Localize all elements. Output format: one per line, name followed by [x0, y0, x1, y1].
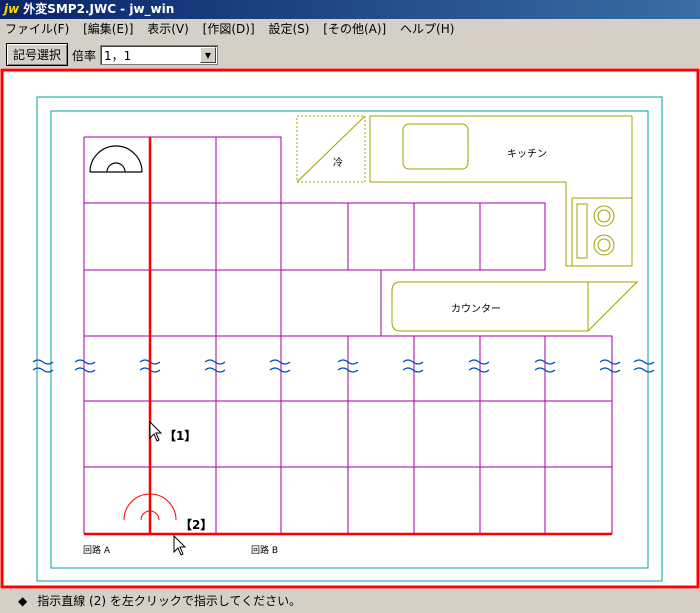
- symbol-arc-outer: [89, 145, 143, 173]
- outer-border: [36, 96, 663, 582]
- sink: [402, 123, 469, 170]
- marker-1-label: 【1】: [164, 428, 196, 443]
- break-mark: [74, 367, 96, 373]
- symbol-select-button[interactable]: 記号選択: [6, 43, 68, 66]
- break-mark: [468, 367, 490, 373]
- grid-top-outline: [84, 136, 282, 203]
- status-bar: ◆ 指示直線 (2) を左クリックで指示してください。: [0, 589, 700, 613]
- burner-bottom: [593, 234, 615, 256]
- status-text: 指示直線 (2) を左クリックで指示してください。: [37, 594, 302, 608]
- diamond-icon: ◆: [18, 594, 28, 608]
- break-marks: [32, 359, 655, 373]
- marker-2-label: 【2】: [180, 517, 212, 532]
- break-mark: [633, 359, 655, 365]
- circuit-a-label: 回路 A: [83, 544, 111, 556]
- floor-plan-drawing[interactable]: キッチン カウンター 冷 【1】 【2】 回路 A 回路 B: [0, 68, 700, 589]
- menu-view[interactable]: 表示(V): [142, 19, 194, 39]
- break-mark: [32, 359, 54, 365]
- stove: [571, 197, 633, 267]
- room-grid: [83, 136, 613, 535]
- cursor-icon: [173, 534, 187, 556]
- grid-line: [84, 202, 546, 270]
- outlet-symbol: [89, 145, 143, 173]
- burner-top-inner: [597, 209, 611, 223]
- menu-edit[interactable]: [編集(E)]: [78, 19, 138, 39]
- rate-label: 倍率: [72, 49, 97, 63]
- break-mark: [204, 359, 226, 365]
- break-mark: [32, 367, 54, 373]
- menu-other[interactable]: [その他(A)]: [318, 19, 391, 39]
- menu-help[interactable]: ヘルプ(H): [395, 19, 459, 39]
- burner-bottom-inner: [597, 238, 611, 252]
- break-mark: [633, 367, 655, 373]
- cursor-icon: [149, 420, 163, 442]
- refrigerator-diagonal: [296, 115, 366, 183]
- title-bar: jw 外変SMP2.JWC - jw_win: [0, 0, 700, 19]
- break-mark: [599, 359, 621, 365]
- chevron-down-icon[interactable]: ▼: [200, 47, 216, 63]
- counter: [391, 281, 639, 332]
- menu-file[interactable]: ファイル(F): [0, 19, 74, 39]
- menu-draw[interactable]: [作図(D)]: [198, 19, 260, 39]
- menu-bar: ファイル(F) [編集(E)] 表示(V) [作図(D)] 設定(S) [その他…: [0, 19, 700, 39]
- symbol-arc-inner: [106, 162, 126, 173]
- menu-settings[interactable]: 設定(S): [263, 19, 314, 39]
- break-mark: [402, 359, 424, 365]
- break-mark: [74, 359, 96, 365]
- inner-border: [50, 110, 649, 569]
- toolbar: 記号選択 倍率 1，1 ▼: [0, 40, 700, 68]
- kitchen-counter: [369, 115, 633, 267]
- refrigerator-label: 冷: [333, 156, 343, 169]
- stove-panel: [576, 203, 588, 259]
- rate-value: 1，1: [104, 49, 132, 63]
- break-mark: [599, 367, 621, 373]
- kitchen-label: キッチン: [507, 148, 547, 160]
- break-mark: [269, 367, 291, 373]
- window-title: 外変SMP2.JWC - jw_win: [23, 2, 175, 16]
- break-mark: [468, 359, 490, 365]
- rate-select[interactable]: 1，1 ▼: [100, 45, 218, 65]
- break-mark: [204, 367, 226, 373]
- break-mark: [402, 367, 424, 373]
- app-logo: jw: [4, 2, 20, 16]
- circuit-b-label: 回路 B: [251, 544, 278, 556]
- break-mark: [269, 359, 291, 365]
- drawing-canvas[interactable]: キッチン カウンター 冷 【1】 【2】 回路 A 回路 B: [0, 68, 700, 589]
- counter-label: カウンター: [451, 303, 501, 315]
- burner-top: [593, 205, 615, 227]
